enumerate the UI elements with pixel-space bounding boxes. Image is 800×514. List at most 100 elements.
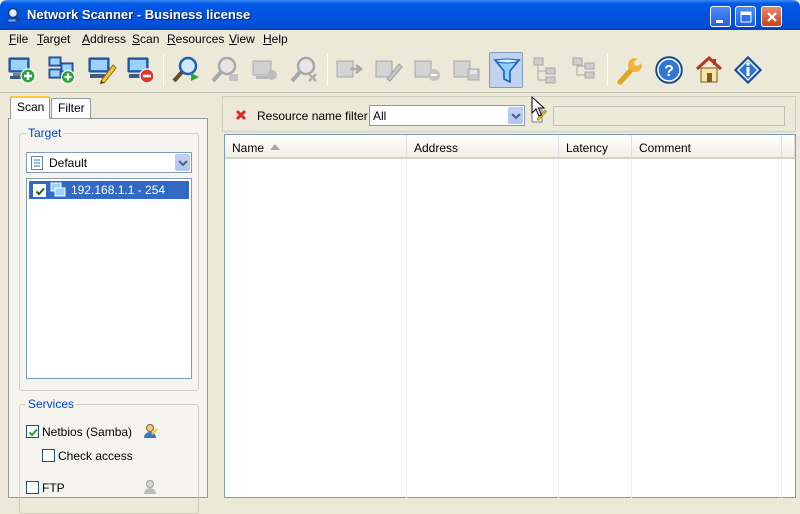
resource-save-button[interactable] (450, 52, 484, 88)
column-comment-label: Comment (639, 141, 692, 155)
netbios-label: Netbios (Samba) (42, 425, 133, 439)
resource-export-button[interactable] (333, 52, 367, 88)
column-divider (631, 159, 632, 499)
export-disabled-icon (336, 60, 364, 78)
expand-tree-button[interactable] (567, 52, 601, 88)
about-button[interactable] (731, 52, 765, 88)
add-computer-button[interactable] (5, 52, 39, 88)
check-access-checkbox[interactable] (42, 449, 55, 462)
toolbar-separator (607, 54, 608, 86)
menu-help-mnemonic: H (263, 32, 272, 46)
menu-view-label: iew (236, 32, 255, 46)
minimize-button[interactable] (710, 6, 731, 27)
network-range-icon (50, 182, 66, 197)
remove-computer-icon (127, 57, 155, 84)
edit-resource-disabled-icon (375, 60, 403, 82)
menu-target[interactable]: Target (37, 32, 70, 46)
toolbar-separator (327, 54, 328, 86)
tree-collapse-disabled-icon (533, 57, 556, 84)
column-divider (558, 159, 559, 499)
menu-scan[interactable]: Scan (132, 32, 159, 46)
edit-computer-icon (88, 57, 117, 84)
close-button[interactable] (761, 6, 782, 27)
menu-resources-label: esources (175, 32, 225, 46)
resource-filter-bar: Resource name filter All (222, 96, 796, 132)
profile-document-icon (31, 156, 43, 170)
collapse-tree-button[interactable] (528, 52, 562, 88)
maximize-button[interactable] (735, 6, 756, 27)
edit-computer-button[interactable] (85, 52, 119, 88)
menu-address-mnemonic: A (82, 32, 91, 46)
netbios-settings-icon[interactable] (142, 423, 158, 439)
resource-table[interactable]: Name Address Latency Comment (224, 134, 796, 499)
chevron-down-icon[interactable] (508, 107, 523, 124)
scan-continue-button[interactable] (248, 52, 282, 88)
target-list-item[interactable]: 192.168.1.1 - 254 (29, 181, 189, 199)
title-bar[interactable]: Network Scanner - Business license (0, 0, 800, 30)
home-button[interactable] (692, 52, 726, 88)
target-item-checkbox[interactable] (33, 184, 46, 197)
help-icon: ? (655, 56, 683, 84)
remove-computer-button[interactable] (124, 52, 158, 88)
ftp-checkbox[interactable] (26, 481, 39, 494)
resource-remove-button[interactable] (411, 52, 445, 88)
stop-scan-disabled-icon (290, 56, 317, 83)
mouse-cursor-icon (531, 96, 545, 117)
column-divider (406, 159, 407, 499)
menu-help[interactable]: Help (263, 32, 288, 46)
resource-filter-label: Resource name filter (257, 109, 368, 123)
menu-address-label: ddress (90, 32, 127, 46)
menu-address[interactable]: Address (82, 32, 126, 46)
column-name-label: Name (232, 141, 265, 155)
column-address-label: Address (414, 141, 459, 155)
options-button[interactable] (613, 52, 647, 88)
column-header-name[interactable]: Name (225, 135, 407, 159)
target-profile-select[interactable]: Default (26, 152, 192, 173)
resource-edit-button[interactable] (372, 52, 406, 88)
filter-icon (493, 58, 521, 84)
scan-search-icon (172, 56, 199, 83)
ftp-settings-icon[interactable] (142, 479, 158, 495)
add-network-icon (48, 56, 76, 85)
scan-tab-panel: Target Default 192.168.1.1 - 254 Service… (8, 118, 208, 514)
home-icon (695, 55, 723, 83)
left-panel: Scan Filter Target Default 192.168.1.1 -… (0, 94, 212, 514)
chevron-down-icon[interactable] (175, 154, 190, 171)
clear-filter-icon[interactable] (235, 109, 247, 121)
menu-view[interactable]: View (229, 32, 255, 46)
menu-file[interactable]: File (9, 32, 28, 46)
menu-view-mnemonic: V (229, 32, 237, 46)
menu-scan-mnemonic: S (132, 32, 141, 46)
target-group-label: Target (26, 126, 64, 140)
help-button[interactable]: ? (652, 52, 686, 88)
add-computer-icon (8, 57, 36, 84)
add-network-button[interactable] (45, 52, 79, 88)
menu-resources[interactable]: Resources (167, 32, 224, 46)
column-latency-label: Latency (566, 141, 609, 155)
column-header-address[interactable]: Address (407, 135, 559, 159)
resource-filter-value: All (373, 109, 387, 123)
column-header-comment[interactable]: Comment (632, 135, 782, 159)
scan-button[interactable] (169, 52, 203, 88)
resource-filter-select[interactable]: All (369, 105, 525, 126)
filter-toggle-button[interactable] (489, 52, 523, 88)
scan-selected-button[interactable] (208, 52, 242, 88)
tab-filter[interactable]: Filter (51, 98, 91, 118)
netbios-checkbox[interactable] (26, 425, 39, 438)
menu-help-label: elp (271, 32, 288, 46)
stop-scan-button[interactable] (287, 52, 321, 88)
right-panel: Resource name filter All Name Address La… (218, 94, 800, 499)
tab-filter-label: Filter (58, 101, 85, 115)
resource-filter-text[interactable] (553, 106, 785, 126)
tab-scan[interactable]: Scan (10, 96, 50, 119)
about-icon (733, 55, 763, 85)
options-wrench-icon (617, 58, 643, 85)
menu-resources-mnemonic: R (167, 32, 176, 46)
target-list[interactable]: 192.168.1.1 - 254 (26, 178, 192, 379)
column-header-latency[interactable]: Latency (559, 135, 632, 159)
toolbar-separator (163, 54, 164, 86)
column-header-filler (782, 135, 795, 159)
check-access-label: Check access (58, 449, 133, 463)
remove-resource-disabled-icon (414, 60, 440, 81)
menu-target-label: arget (43, 32, 71, 46)
